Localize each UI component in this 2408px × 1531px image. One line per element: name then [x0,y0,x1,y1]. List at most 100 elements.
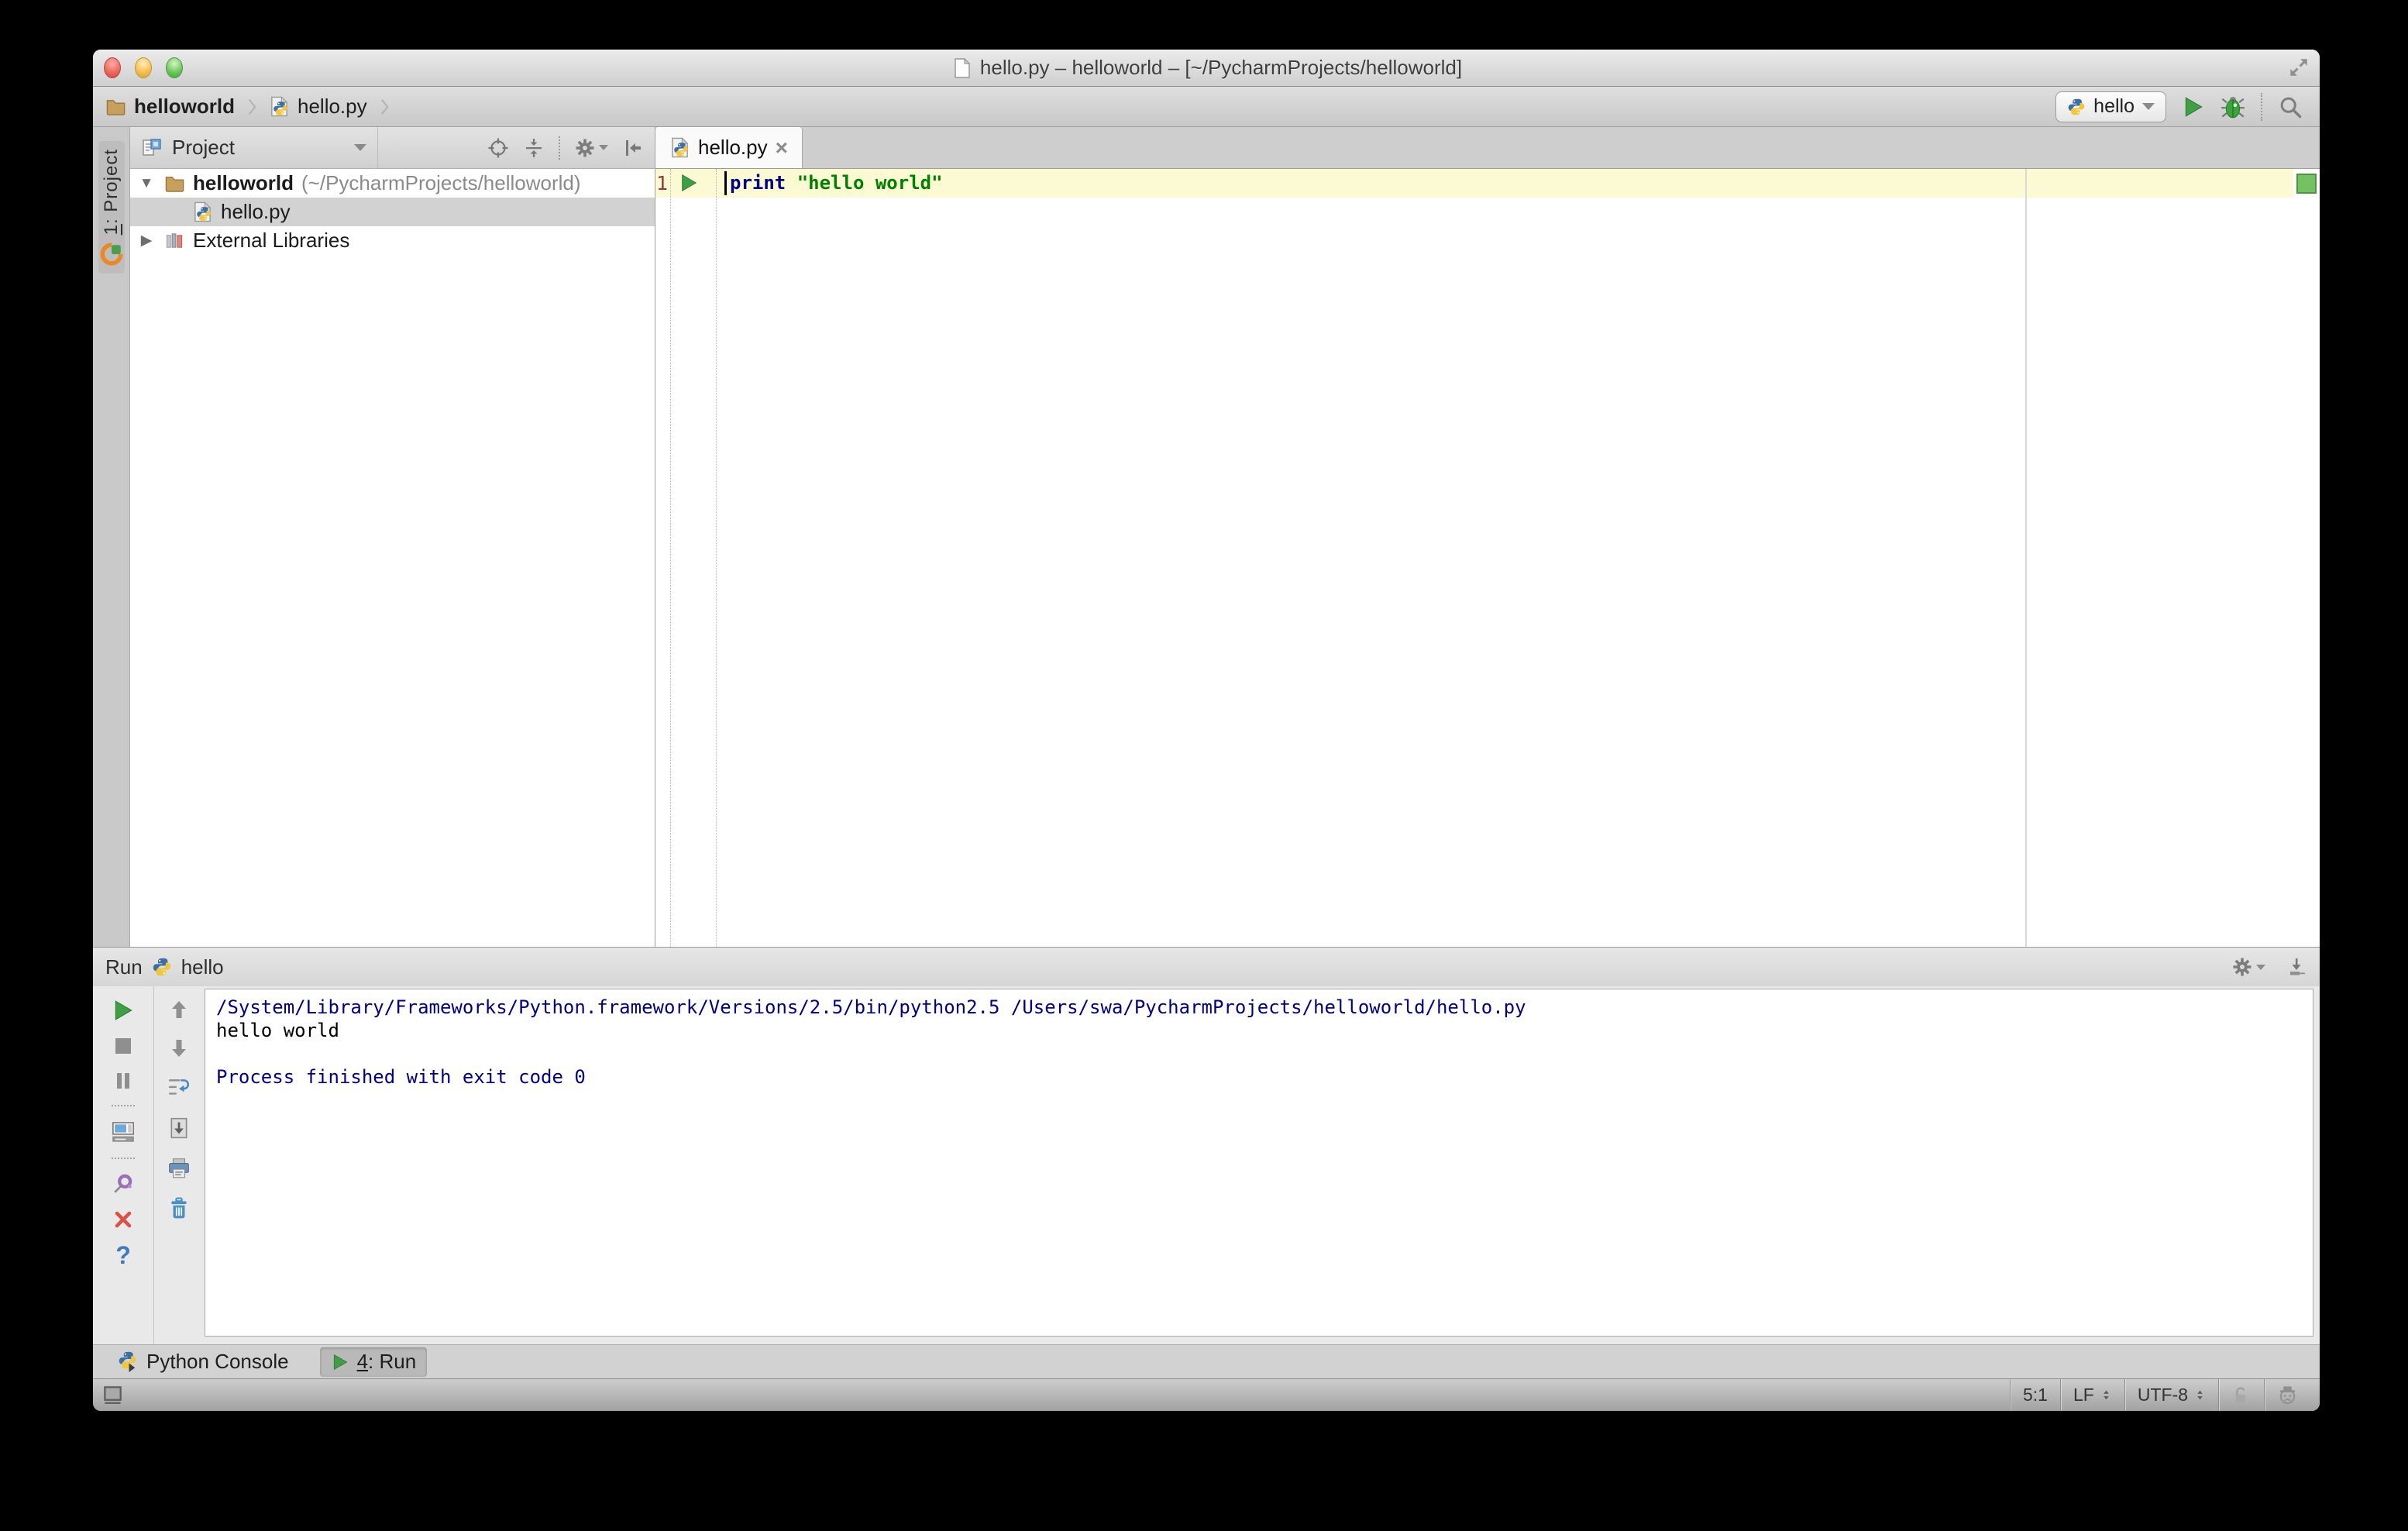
project-view-select[interactable]: Project [130,127,378,168]
minimize-window-button[interactable] [135,57,152,78]
help-button[interactable]: ? [115,1243,131,1268]
gutter-separator [670,169,671,947]
python-file-icon [669,137,690,158]
run-panel-title: Run [105,955,143,979]
separator [559,136,560,160]
chevron-down-icon [354,144,366,151]
inspection-profile-widget[interactable] [2264,1379,2310,1411]
run-button[interactable] [2182,95,2205,119]
run-tab[interactable]: 4: Run [319,1347,428,1377]
stop-button[interactable] [112,1035,134,1057]
project-panel-toolbar [487,136,655,160]
collapse-all-icon[interactable] [523,137,545,159]
fullscreen-icon[interactable] [2287,56,2310,79]
run-panel-header: Run hello [93,948,2320,986]
python-console-tab[interactable]: Python Console [107,1347,300,1377]
encoding-widget[interactable]: UTF-8 [2124,1379,2218,1411]
console-output[interactable]: /System/Library/Frameworks/Python.framew… [205,989,2313,1337]
close-tab-icon[interactable]: × [776,136,788,159]
tree-row-project-root[interactable]: ▼ helloworld (~/PycharmProjects/hellowor… [130,169,655,198]
run-control-toolbar: ? [93,986,153,1344]
scroll-to-source-icon[interactable] [487,137,509,159]
breadcrumb-project[interactable]: helloworld [134,95,235,119]
gear-icon [574,137,596,159]
rerun-button[interactable] [112,999,135,1022]
run-settings-button[interactable] [2231,956,2265,978]
close-panel-button[interactable] [112,1209,134,1230]
scroll-to-end-button[interactable] [167,1116,191,1140]
next-occurrence-button[interactable] [168,1037,190,1059]
tree-row-external-libraries[interactable]: ▶ External Libraries [130,226,655,255]
readonly-toggle-widget[interactable] [2218,1379,2264,1411]
right-margin-guide [2025,169,2027,947]
python-icon [152,957,172,977]
print-button[interactable] [167,1157,191,1180]
gear-icon [2231,956,2253,978]
tree-root-name: helloworld [193,171,294,194]
tool-window-button-project[interactable]: 1: Project [98,141,125,274]
close-window-button[interactable] [104,57,121,78]
pause-output-button[interactable] [112,1070,134,1092]
updown-arrows-icon [2194,1388,2206,1402]
console-stdout-line: hello world [216,1020,339,1041]
python-console-label: Python Console [146,1350,289,1373]
expanded-arrow-icon[interactable]: ▼ [136,175,157,192]
console-exec-line: /System/Library/Frameworks/Python.framew… [216,996,1526,1018]
line-number: 1 [655,172,668,194]
editor-tab-label: hello.py [698,136,768,159]
breadcrumb-file[interactable]: hello.py [298,95,367,119]
document-icon [951,57,972,79]
code-keyword: print [730,172,786,194]
editor-tab-hello-py[interactable]: hello.py × [655,127,803,168]
updown-arrows-icon [2100,1388,2112,1402]
run-configuration-select[interactable]: hello [2055,91,2166,122]
text-caret [724,171,727,195]
python-file-icon [192,201,213,222]
show-console-button[interactable] [111,1120,136,1144]
chevron-down-icon [2142,103,2155,110]
pycharm-logo-icon [100,243,123,266]
pin-tab-button[interactable] [112,1172,135,1196]
navigation-bar: helloworld hello.py hello [93,87,2320,127]
collapsed-arrow-icon[interactable]: ▶ [136,232,157,249]
inspection-status-indicator[interactable] [2296,174,2317,194]
run-header-toolbar [2231,956,2307,978]
run-panel-body: ? /System/Library/Frameworks/Python.fram… [93,986,2320,1344]
dock-panel-icon[interactable] [2286,956,2307,978]
clear-all-button[interactable] [167,1197,191,1220]
search-everywhere-button[interactable] [2278,95,2303,119]
libraries-icon [164,230,185,251]
run-panel-config-name[interactable]: hello [181,955,224,979]
hide-panel-icon[interactable] [622,137,644,159]
project-settings-button[interactable] [574,137,608,159]
project-view-label: Project [172,136,235,159]
toggle-tool-windows-icon[interactable] [102,1385,123,1405]
caret-position-widget[interactable]: 5:1 [2010,1379,2060,1411]
bottom-tool-window-bar: Python Console 4: Run [93,1344,2320,1378]
gutter-separator [716,169,717,947]
zoom-window-button[interactable] [166,57,183,78]
run-line-icon[interactable] [679,173,699,193]
tree-row-hello-py[interactable]: hello.py [130,198,655,226]
debug-button[interactable] [2221,95,2245,119]
chevron-down-icon [2256,964,2265,970]
title-bar[interactable]: hello.py – helloworld – [~/PycharmProjec… [93,50,2320,87]
prev-occurrence-button[interactable] [168,999,190,1020]
soft-wrap-button[interactable] [167,1076,191,1099]
code-string: "hello world" [796,172,943,194]
separator [2261,92,2262,121]
project-stripe-label: 1: Project [100,149,122,236]
tree-root-path: (~/PycharmProjects/helloworld) [301,171,581,194]
code-editor[interactable]: 1 print "hello world" [655,169,2320,947]
project-tree: ▼ helloworld (~/PycharmProjects/hellowor… [130,169,655,947]
line-separator-widget[interactable]: LF [2059,1379,2124,1411]
editor-tab-bar: hello.py × [655,127,2320,169]
separator [112,1105,135,1106]
run-icon [331,1353,349,1371]
project-view-icon [141,137,163,159]
run-configuration-name: hello [2093,95,2135,117]
desktop-background: hello.py – helloworld – [~/PycharmProjec… [0,0,2408,1531]
unlock-icon [2231,1385,2251,1405]
tool-window-stripe: 1: Project [93,127,130,947]
